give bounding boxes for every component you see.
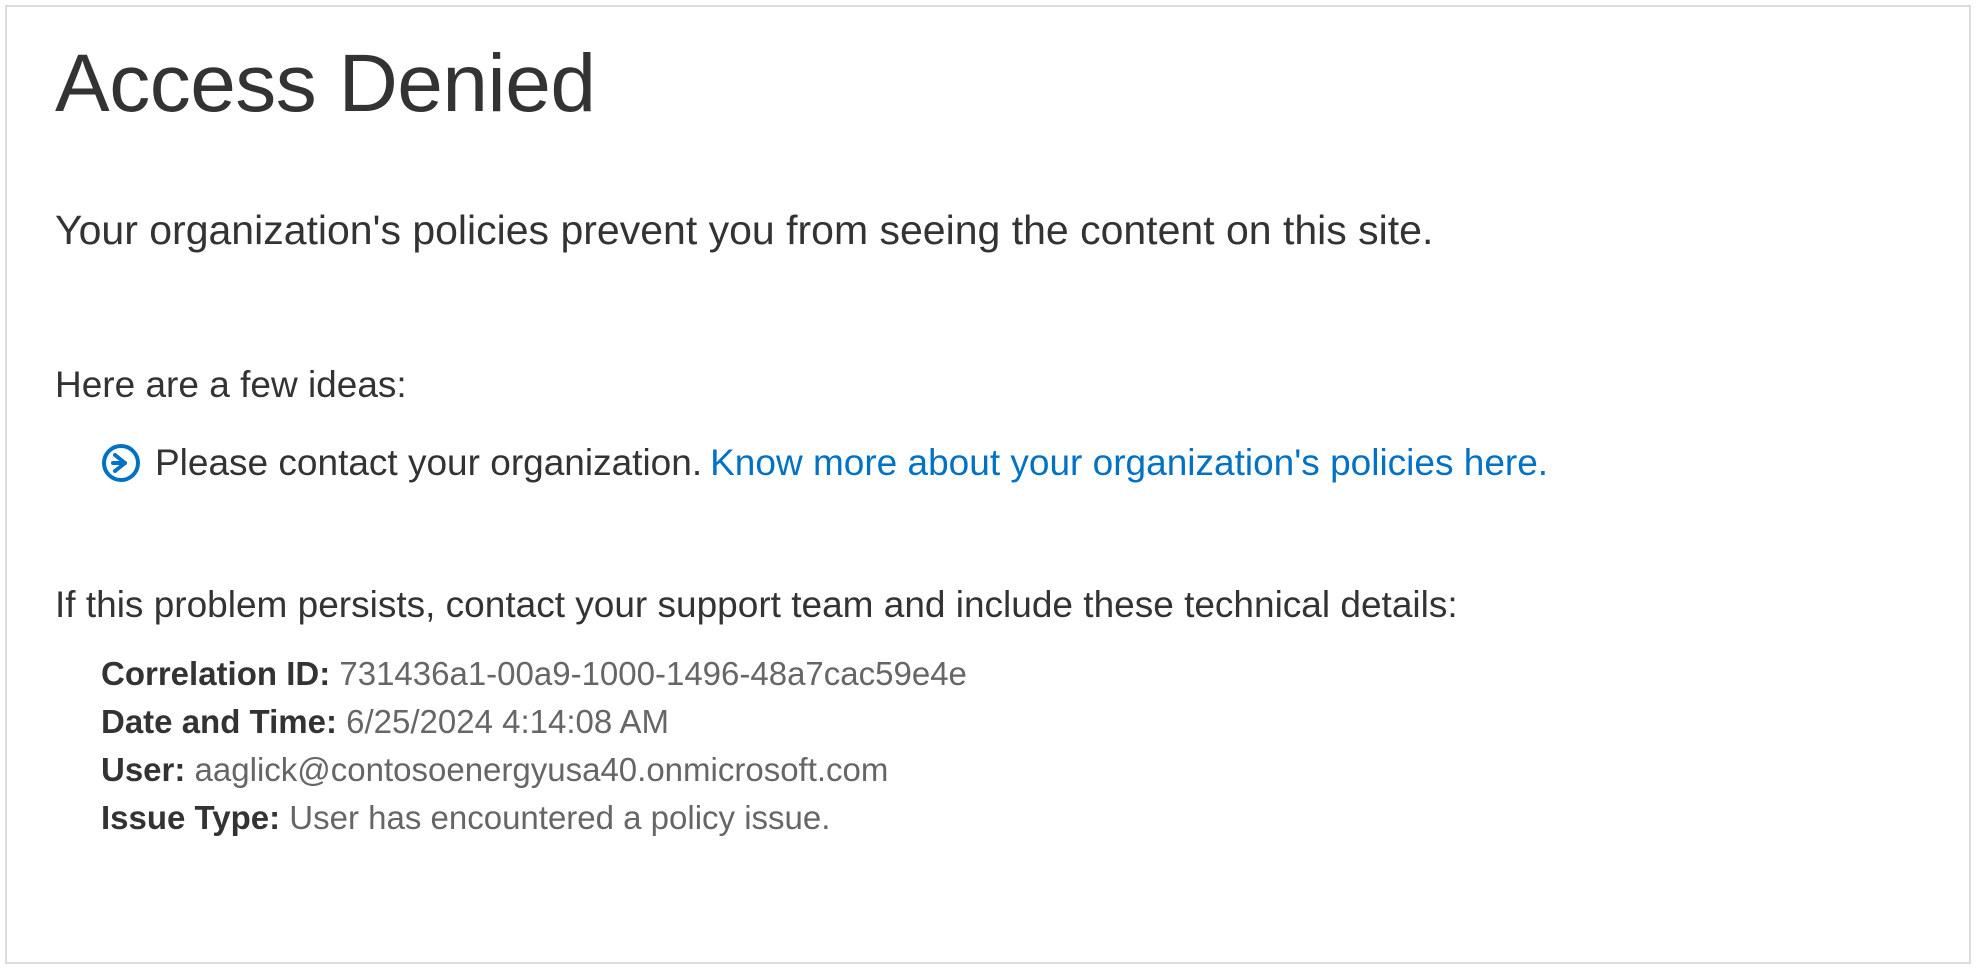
- correlation-id-label: Correlation ID:: [101, 655, 330, 692]
- page-title: Access Denied: [55, 37, 1921, 131]
- user-value: aaglick@contosoenergyusa40.onmicrosoft.c…: [195, 751, 889, 788]
- user-label: User:: [101, 751, 185, 788]
- know-more-link[interactable]: Know more about your organization's poli…: [710, 442, 1548, 484]
- support-heading: If this problem persists, contact your s…: [55, 584, 1921, 626]
- issue-type-value: User has encountered a policy issue.: [289, 799, 830, 836]
- idea-text: Please contact your organization.: [155, 442, 702, 484]
- date-time-label: Date and Time:: [101, 703, 337, 740]
- policy-message: Your organization's policies prevent you…: [55, 207, 1921, 254]
- access-denied-panel: Access Denied Your organization's polici…: [5, 5, 1971, 964]
- date-time-value: 6/25/2024 4:14:08 AM: [346, 703, 669, 740]
- correlation-id-value: 731436a1-00a9-1000-1496-48a7cac59e4e: [339, 655, 967, 692]
- idea-row: Please contact your organization. Know m…: [101, 442, 1921, 484]
- ideas-heading: Here are a few ideas:: [55, 364, 1921, 406]
- issue-type-row: Issue Type: User has encountered a polic…: [101, 794, 1921, 842]
- user-row: User: aaglick@contosoenergyusa40.onmicro…: [101, 746, 1921, 794]
- correlation-id-row: Correlation ID: 731436a1-00a9-1000-1496-…: [101, 650, 1921, 698]
- date-time-row: Date and Time: 6/25/2024 4:14:08 AM: [101, 698, 1921, 746]
- technical-details: Correlation ID: 731436a1-00a9-1000-1496-…: [101, 650, 1921, 841]
- arrow-circle-right-icon: [101, 443, 141, 483]
- issue-type-label: Issue Type:: [101, 799, 280, 836]
